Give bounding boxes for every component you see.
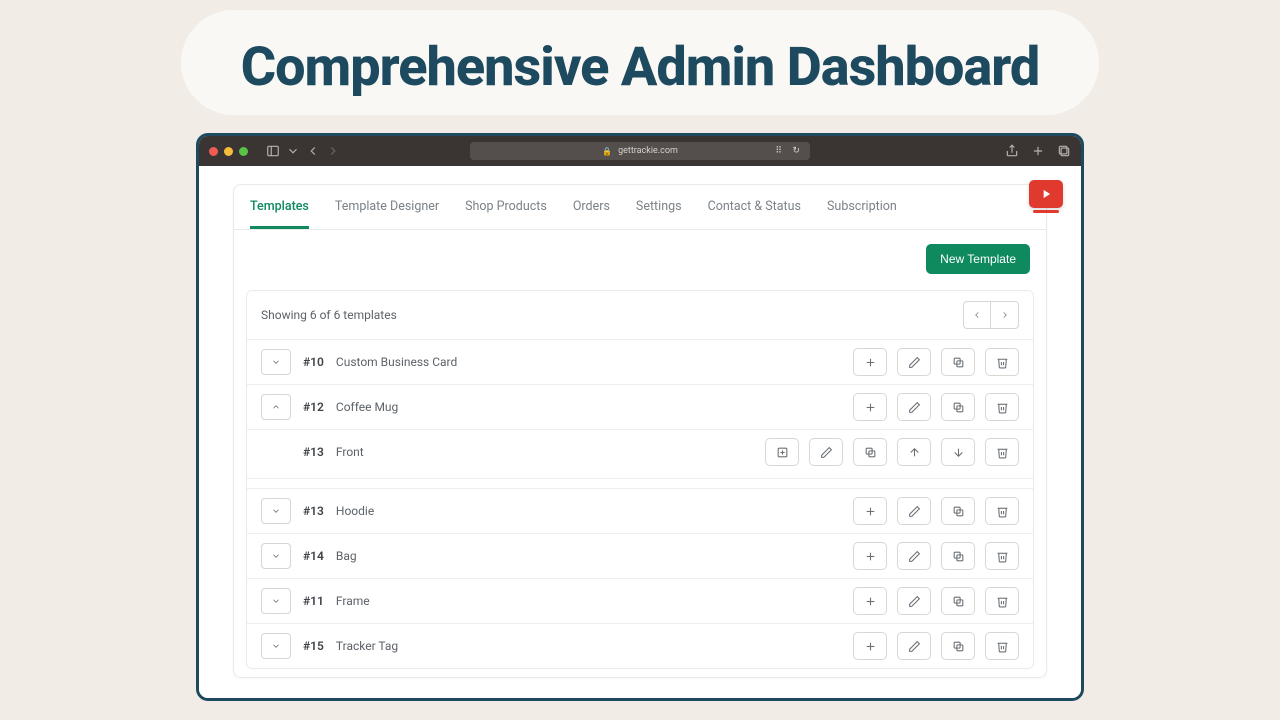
row-id: #15: [303, 639, 324, 653]
translate-icon[interactable]: ⠿: [775, 146, 782, 156]
video-help-button[interactable]: [1029, 180, 1063, 208]
delete-button[interactable]: [985, 497, 1019, 525]
duplicate-button[interactable]: [941, 632, 975, 660]
lock-icon: 🔒: [602, 147, 612, 156]
delete-button[interactable]: [985, 438, 1019, 466]
row-id: #12: [303, 400, 324, 414]
delete-button[interactable]: [985, 393, 1019, 421]
row-id: #11: [303, 594, 324, 608]
minimize-window-icon[interactable]: [224, 147, 233, 156]
duplicate-button[interactable]: [941, 497, 975, 525]
new-tab-icon[interactable]: [1029, 142, 1047, 160]
row-id: #10: [303, 355, 324, 369]
row-id: #14: [303, 549, 324, 563]
url-text: gettrackie.com: [618, 146, 678, 156]
chevron-down-icon[interactable]: [284, 142, 302, 160]
edit-button[interactable]: [897, 542, 931, 570]
tab-settings[interactable]: Settings: [636, 185, 682, 229]
browser-window: 🔒 gettrackie.com ⠿ ↻ Templates Template …: [196, 133, 1084, 701]
table-row: #11 Frame: [247, 579, 1033, 624]
tab-orders[interactable]: Orders: [573, 185, 610, 229]
table-row: #12 Coffee Mug: [247, 385, 1033, 430]
sidebar-toggle-icon[interactable]: [264, 142, 282, 160]
delete-button[interactable]: [985, 542, 1019, 570]
pager-prev-button[interactable]: [963, 301, 991, 329]
row-id: #13: [303, 445, 324, 459]
expand-button[interactable]: [261, 498, 291, 524]
expand-button[interactable]: [261, 349, 291, 375]
duplicate-button[interactable]: [853, 438, 887, 466]
row-name: Custom Business Card: [336, 355, 457, 369]
tab-shop-products[interactable]: Shop Products: [465, 185, 547, 229]
row-name: Hoodie: [336, 504, 374, 518]
delete-button[interactable]: [985, 587, 1019, 615]
share-icon[interactable]: [1003, 142, 1021, 160]
duplicate-button[interactable]: [941, 348, 975, 376]
add-button[interactable]: [853, 393, 887, 421]
edit-button[interactable]: [897, 632, 931, 660]
row-id: #13: [303, 504, 324, 518]
row-name: Tracker Tag: [336, 639, 398, 653]
tab-bar: Templates Template Designer Shop Product…: [234, 185, 1046, 230]
duplicate-button[interactable]: [941, 393, 975, 421]
row-name: Coffee Mug: [336, 400, 398, 414]
tabs-overview-icon[interactable]: [1055, 142, 1073, 160]
table-row: #10 Custom Business Card: [247, 340, 1033, 385]
close-window-icon[interactable]: [209, 147, 218, 156]
tab-subscription[interactable]: Subscription: [827, 185, 897, 229]
add-side-button[interactable]: [765, 438, 799, 466]
expand-button[interactable]: [261, 588, 291, 614]
traffic-lights: [209, 147, 248, 156]
add-button[interactable]: [853, 542, 887, 570]
table-row: #14 Bag: [247, 534, 1033, 579]
collapse-button[interactable]: [261, 394, 291, 420]
new-template-button[interactable]: New Template: [926, 244, 1030, 274]
edit-button[interactable]: [897, 587, 931, 615]
templates-list: Showing 6 of 6 templates: [246, 290, 1034, 669]
pager-next-button[interactable]: [991, 301, 1019, 329]
page-title: Comprehensive Admin Dashboard: [241, 10, 1040, 115]
expand-button[interactable]: [261, 543, 291, 569]
delete-button[interactable]: [985, 632, 1019, 660]
list-showing-text: Showing 6 of 6 templates: [261, 308, 397, 322]
pager: [963, 301, 1019, 329]
edit-button[interactable]: [897, 393, 931, 421]
row-name: Frame: [336, 594, 370, 608]
delete-button[interactable]: [985, 348, 1019, 376]
window-titlebar: 🔒 gettrackie.com ⠿ ↻: [199, 136, 1081, 166]
reload-icon[interactable]: ↻: [792, 146, 800, 156]
expand-button[interactable]: [261, 633, 291, 659]
table-row: #13 Hoodie: [247, 489, 1033, 534]
edit-button[interactable]: [897, 497, 931, 525]
tab-templates[interactable]: Templates: [250, 185, 309, 229]
maximize-window-icon[interactable]: [239, 147, 248, 156]
move-up-button[interactable]: [897, 438, 931, 466]
tab-contact-status[interactable]: Contact & Status: [708, 185, 801, 229]
table-row: #15 Tracker Tag: [247, 624, 1033, 668]
row-name: Bag: [336, 549, 357, 563]
address-bar[interactable]: 🔒 gettrackie.com ⠿ ↻: [470, 142, 810, 160]
add-button[interactable]: [853, 348, 887, 376]
duplicate-button[interactable]: [941, 542, 975, 570]
table-subrow: #13 Front: [247, 430, 1033, 479]
back-icon[interactable]: [304, 142, 322, 160]
add-button[interactable]: [853, 497, 887, 525]
forward-icon: [324, 142, 342, 160]
add-button[interactable]: [853, 632, 887, 660]
edit-button[interactable]: [897, 348, 931, 376]
move-down-button[interactable]: [941, 438, 975, 466]
add-button[interactable]: [853, 587, 887, 615]
duplicate-button[interactable]: [941, 587, 975, 615]
page-content: Templates Template Designer Shop Product…: [199, 166, 1081, 698]
main-card: Templates Template Designer Shop Product…: [233, 184, 1047, 678]
tab-template-designer[interactable]: Template Designer: [335, 185, 439, 229]
edit-button[interactable]: [809, 438, 843, 466]
row-name: Front: [336, 445, 364, 459]
